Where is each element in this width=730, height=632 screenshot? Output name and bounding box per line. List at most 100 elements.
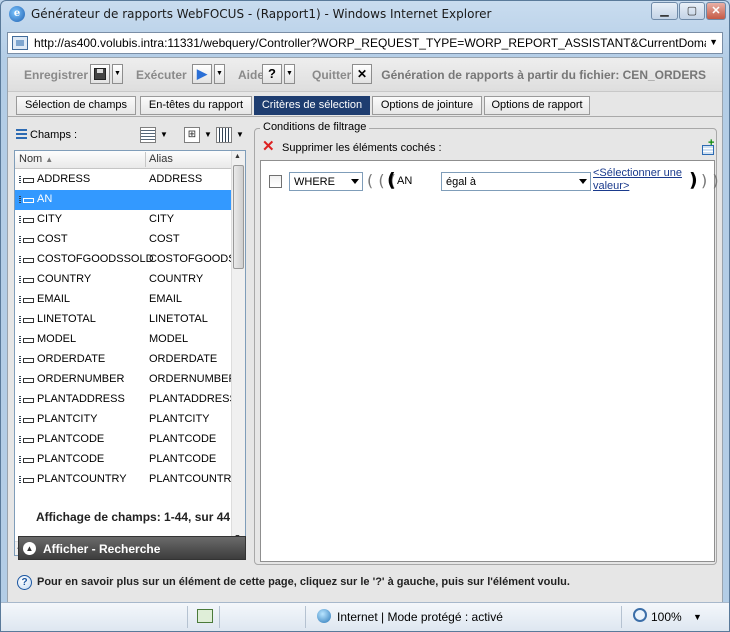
comparison-select[interactable]: égal à: [441, 172, 591, 191]
address-bar[interactable]: http://as400.volubis.intra:11331/webquer…: [7, 32, 723, 54]
where-operator-value: WHERE: [294, 176, 335, 188]
close-parenthesis-active[interactable]: ): [689, 169, 698, 191]
zoom-dropdown-icon[interactable]: ▼: [693, 612, 702, 622]
field-alias: COST: [149, 233, 180, 245]
open-parenthesis-active[interactable]: (: [387, 169, 396, 191]
tab-report-headers[interactable]: En-têtes du rapport: [140, 96, 252, 115]
minimize-button[interactable]: ▁: [651, 2, 678, 20]
show-search-label: Afficher - Recherche: [43, 542, 161, 556]
page-icon: [12, 36, 28, 50]
field-icon: [19, 456, 34, 463]
report-source-title: Génération de rapports à partir du fichi…: [381, 68, 706, 82]
browser-window: e Générateur de rapports WebFOCUS - (Rap…: [0, 0, 730, 632]
tab-report-options[interactable]: Options de rapport: [484, 96, 590, 115]
condition-field[interactable]: AN: [397, 175, 412, 187]
field-icon: [19, 476, 34, 483]
field-row[interactable]: MODEL MODEL: [15, 330, 233, 350]
field-row[interactable]: ORDERNUMBER ORDERNUMBER: [15, 370, 233, 390]
scroll-up-icon[interactable]: ▲: [234, 153, 241, 160]
field-row[interactable]: PLANTADDRESS PLANTADDRESS: [15, 390, 233, 410]
status-separator: [219, 606, 220, 628]
tree-view-icon[interactable]: ⊞: [184, 127, 200, 143]
address-dropdown-icon[interactable]: ▼: [709, 37, 718, 47]
tab-field-selection[interactable]: Sélection de champs: [16, 96, 136, 115]
field-row[interactable]: EMAIL EMAIL: [15, 290, 233, 310]
field-row[interactable]: PLANTCODE PLANTCODE: [15, 450, 233, 470]
save-dropdown-icon[interactable]: ▼: [112, 64, 123, 84]
fields-label: Champs :: [30, 129, 78, 141]
tab-divider: [8, 116, 722, 117]
tree-view-dropdown-icon[interactable]: ▼: [204, 130, 212, 139]
field-row[interactable]: COUNTRY COUNTRY: [15, 270, 233, 290]
run-label[interactable]: Exécuter: [136, 68, 187, 82]
field-alias: COSTOFGOODSS: [149, 253, 233, 265]
save-button[interactable]: [90, 64, 110, 84]
column-header-name[interactable]: Nom ▲: [19, 153, 53, 165]
tab-selection-criteria[interactable]: Critères de sélection: [254, 96, 370, 115]
field-row[interactable]: AN: [15, 190, 233, 210]
tab-join-options[interactable]: Options de jointure: [372, 96, 482, 115]
close-parentheses[interactable]: ) ): [701, 171, 719, 190]
help-label[interactable]: Aide: [238, 68, 264, 82]
report-assistant: Enregistrer ▼ Exécuter ▶ ▼ Aide ? ▼ Quit…: [7, 57, 723, 603]
select-value-link[interactable]: <Sélectionner une valeur>: [593, 167, 689, 193]
quit-label[interactable]: Quitter: [312, 68, 351, 82]
field-row[interactable]: PLANTCITY PLANTCITY: [15, 410, 233, 430]
security-zone-text[interactable]: Internet | Mode protégé : activé: [337, 610, 503, 624]
field-list[interactable]: Nom ▲ Alias ADDRESS ADDRESS AN CITY CITY COST…: [14, 150, 246, 556]
help-dropdown-icon[interactable]: ▼: [284, 64, 295, 84]
field-row[interactable]: PLANTCODE PLANTCODE: [15, 430, 233, 450]
vertical-scrollbar[interactable]: ▲ ▼: [231, 151, 245, 543]
column-header-alias[interactable]: Alias: [149, 153, 173, 165]
field-name: ORDERDATE: [37, 353, 106, 365]
fields-header: Champs : ▼ ⊞ ▼ ▼: [14, 124, 246, 148]
field-alias: PLANTADDRESS: [149, 393, 233, 405]
zoom-level[interactable]: 100%: [651, 610, 682, 624]
field-rows: ADDRESS ADDRESS AN CITY CITY COST COST COSTOFGO…: [15, 170, 233, 490]
field-row[interactable]: ORDERDATE ORDERDATE: [15, 350, 233, 370]
show-search-button[interactable]: ▲ Afficher - Recherche: [18, 536, 246, 560]
delete-checked-label: Supprimer les éléments cochés :: [282, 142, 442, 154]
address-url[interactable]: http://as400.volubis.intra:11331/webquer…: [34, 36, 706, 50]
field-row[interactable]: COSTOFGOODSSOLDCOSTOFGOODSS: [15, 250, 233, 270]
condition-checkbox[interactable]: [269, 175, 282, 188]
comparison-value: égal à: [446, 176, 476, 188]
field-row[interactable]: PLANTCOUNTRY PLANTCOUNTRY: [15, 470, 233, 490]
where-operator-select[interactable]: WHERE: [289, 172, 363, 191]
fields-list-icon: [16, 129, 27, 141]
field-name: PLANTCITY: [37, 413, 98, 425]
run-button[interactable]: ▶: [192, 64, 212, 84]
field-row[interactable]: LINETOTAL LINETOTAL: [15, 310, 233, 330]
field-name: EMAIL: [37, 293, 71, 305]
field-row[interactable]: CITY CITY: [15, 210, 233, 230]
help-button[interactable]: ?: [262, 64, 282, 84]
grid-view-dropdown-icon[interactable]: ▼: [160, 130, 168, 139]
fields-panel: Champs : ▼ ⊞ ▼ ▼ Nom ▲ Alias ADDRESS ADDR…: [14, 124, 246, 564]
help-line: ? Pour en savoir plus sur un élément de …: [1, 571, 729, 595]
maximize-button[interactable]: ▢: [679, 2, 705, 20]
help-question-icon[interactable]: ?: [17, 575, 32, 590]
add-condition-icon[interactable]: [700, 137, 714, 155]
field-alias: ADDRESS: [149, 173, 203, 185]
field-row[interactable]: ADDRESS ADDRESS: [15, 170, 233, 190]
field-icon: [19, 256, 34, 263]
field-alias: MODEL: [149, 333, 189, 345]
grid-view-icon[interactable]: [140, 127, 156, 143]
run-dropdown-icon[interactable]: ▼: [214, 64, 225, 84]
save-label[interactable]: Enregistrer: [24, 68, 88, 82]
status-separator: [187, 606, 188, 628]
close-window-button[interactable]: ✕: [706, 2, 726, 20]
page-status-icon[interactable]: [197, 609, 213, 623]
columns-view-icon[interactable]: [216, 127, 232, 143]
field-name: CITY: [37, 213, 63, 225]
field-alias: EMAIL: [149, 293, 183, 305]
chevron-down-icon: [351, 179, 359, 184]
columns-view-dropdown-icon[interactable]: ▼: [236, 130, 244, 139]
vertical-scroll-thumb[interactable]: [233, 165, 244, 269]
field-row[interactable]: COST COST: [15, 230, 233, 250]
quit-button[interactable]: ✕: [352, 64, 372, 84]
field-icon: [19, 316, 34, 323]
delete-icon: ✕: [262, 138, 275, 155]
close-icon: ✕: [356, 67, 368, 81]
field-alias: PLANTCOUNTRY: [149, 473, 233, 485]
